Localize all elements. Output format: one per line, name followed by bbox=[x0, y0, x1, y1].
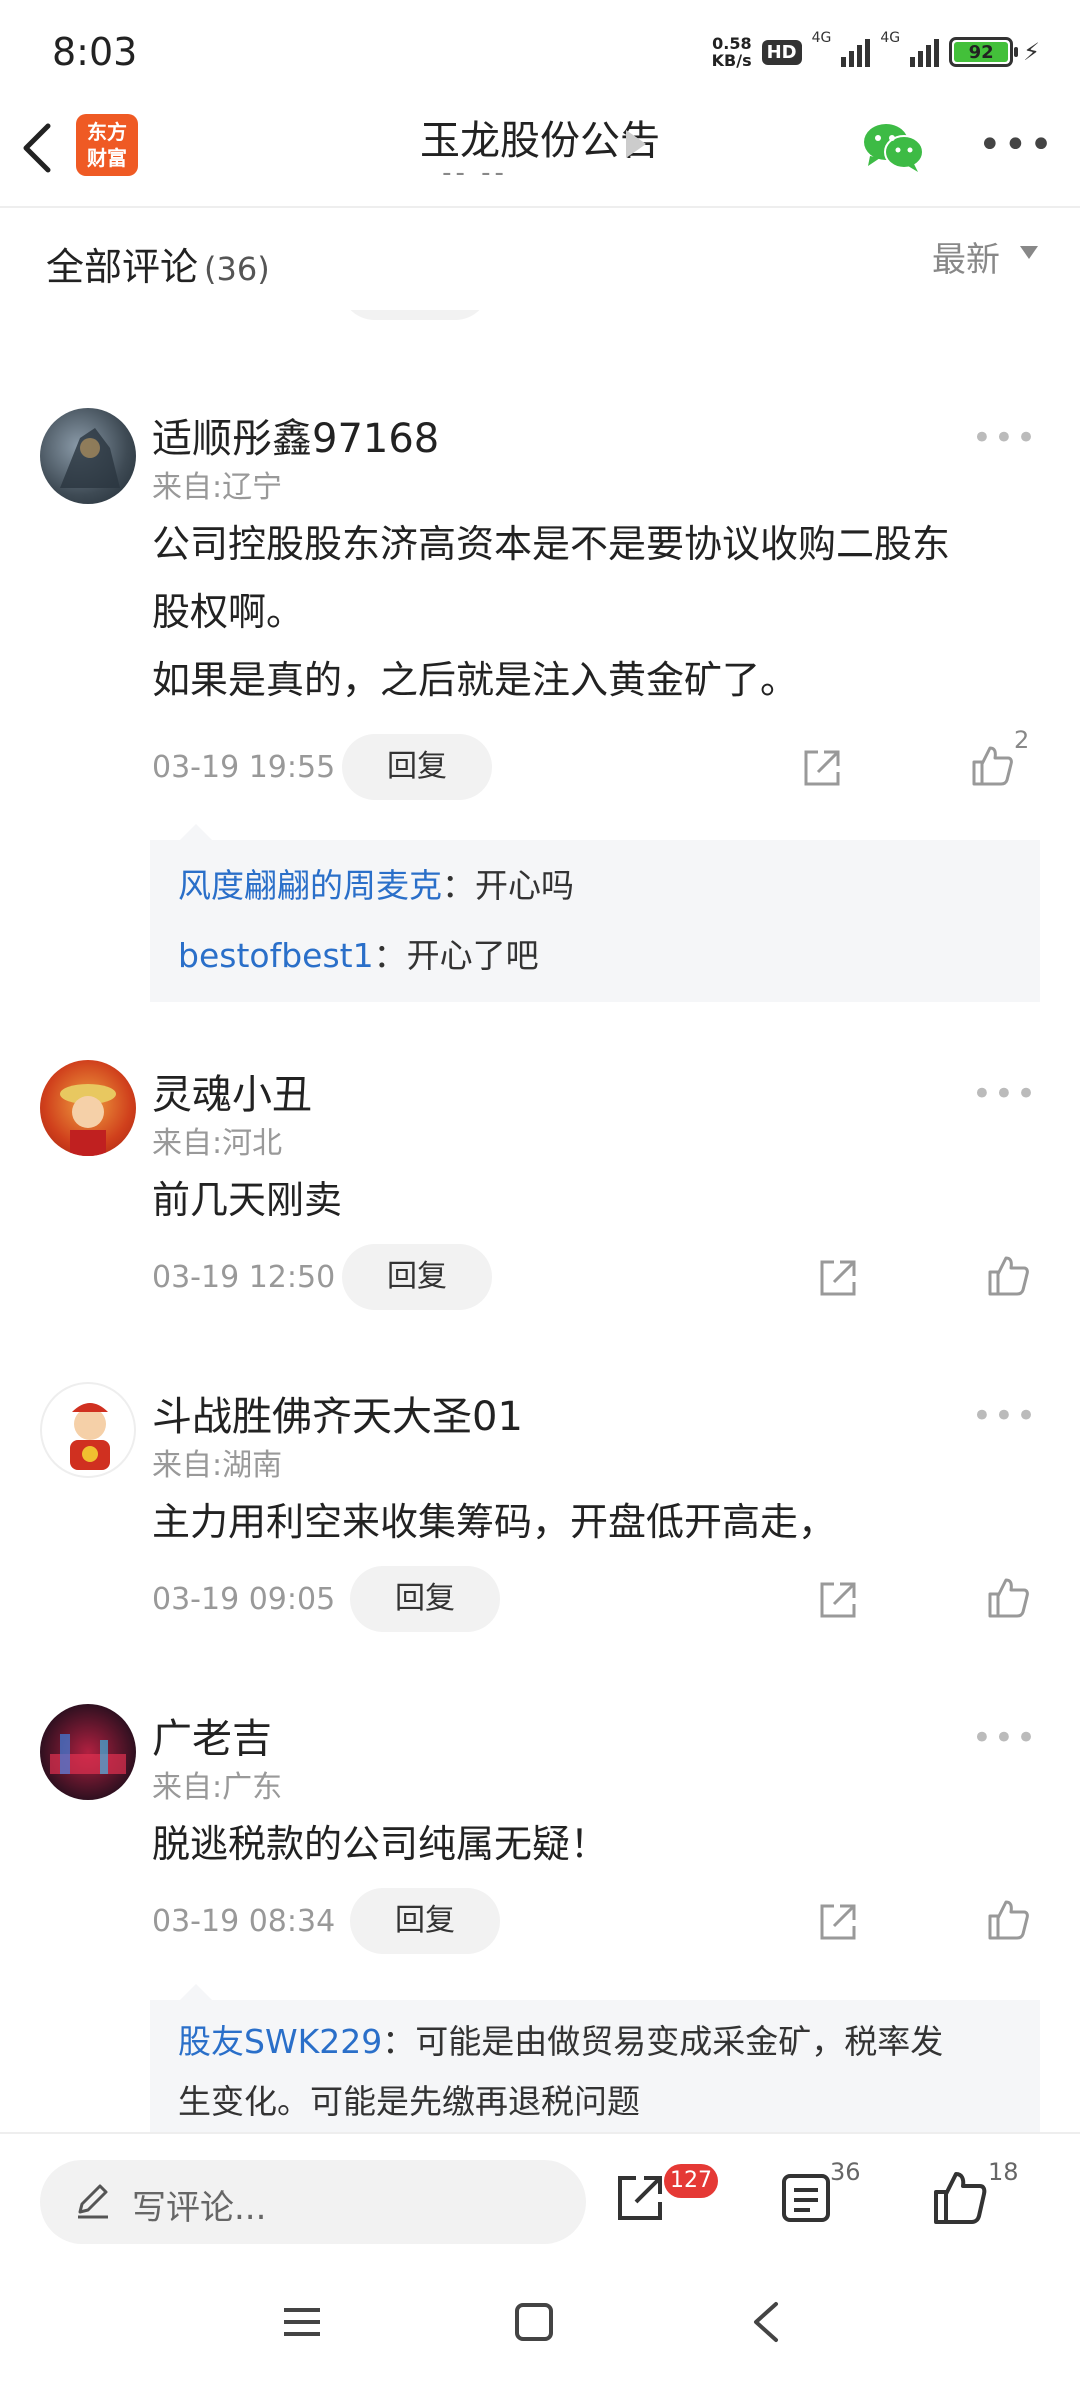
comment-text-line: 前几天刚卖 bbox=[152, 1178, 343, 1222]
share-icon[interactable] bbox=[800, 746, 844, 790]
app-header: 东方 财富 玉龙股份公告 -- -- ••• bbox=[0, 100, 1080, 208]
comment-username[interactable]: 广老吉 bbox=[152, 1706, 272, 1764]
like-count: 2 bbox=[1014, 726, 1030, 754]
page-subtitle: -- -- bbox=[442, 158, 508, 188]
network-type-2: 4G bbox=[880, 30, 901, 46]
share-icon[interactable] bbox=[816, 1900, 860, 1944]
sub-reply-text: ：开心了吧 bbox=[373, 936, 539, 975]
comment-date: 03-19 09:05 bbox=[152, 1582, 336, 1617]
sub-reply-text: ：开心吗 bbox=[442, 866, 574, 905]
share-icon[interactable] bbox=[612, 2170, 668, 2226]
share-icon[interactable] bbox=[816, 1256, 860, 1300]
avatar[interactable] bbox=[40, 1382, 136, 1478]
comment-username[interactable]: 灵魂小丑 bbox=[152, 1062, 312, 1120]
reply-button[interactable]: 回复 bbox=[342, 1244, 492, 1310]
like-icon[interactable] bbox=[986, 1576, 1030, 1620]
status-time: 8:03 bbox=[52, 30, 138, 74]
avatar[interactable] bbox=[40, 408, 136, 504]
comment-date: 03-19 12:50 bbox=[152, 1260, 336, 1295]
signal-icon bbox=[841, 37, 871, 67]
comment-list-icon[interactable] bbox=[778, 2170, 834, 2226]
comments-title-text: 全部评论 bbox=[46, 245, 199, 289]
network-speed-unit: KB/s bbox=[711, 51, 752, 70]
comment-more-icon[interactable]: ••• bbox=[972, 1399, 1038, 1433]
reply-button[interactable]: 回复 bbox=[342, 734, 492, 800]
wechat-icon[interactable] bbox=[862, 122, 924, 172]
comment-location: 来自:辽宁 bbox=[152, 470, 283, 505]
system-navigation-bar bbox=[0, 2250, 1080, 2400]
sub-reply-author[interactable]: bestofbest1 bbox=[178, 936, 374, 975]
sub-reply[interactable]: bestofbest1：开心了吧 bbox=[178, 926, 1018, 986]
comment-location: 来自:湖南 bbox=[152, 1448, 283, 1483]
avatar[interactable] bbox=[40, 1060, 136, 1156]
status-icons: 0.58 KB/s HD 4G 4G 92 ⚡ bbox=[712, 30, 1040, 74]
comment-text: 前几天刚卖 bbox=[152, 1166, 1032, 1234]
home-icon[interactable] bbox=[512, 2300, 556, 2344]
comment-username[interactable]: 适顺彤鑫97168 bbox=[152, 406, 439, 464]
network-speed-value: 0.58 bbox=[712, 34, 752, 53]
sub-reply-text-line2: 生变化。可能是先缴再退税问题 bbox=[178, 2082, 640, 2121]
sub-reply[interactable]: 风度翩翩的周麦克：开心吗 bbox=[178, 856, 1018, 916]
sub-reply[interactable]: 股友SWK229：可能是由做贸易变成采金矿，税率发 生变化。可能是先缴再退税问题 bbox=[178, 2012, 1018, 2132]
battery-icon: 92 bbox=[949, 37, 1019, 67]
comment-more-icon[interactable]: ••• bbox=[972, 1077, 1038, 1111]
bottom-action-bar: 写评论... 127 36 18 bbox=[0, 2132, 1080, 2248]
comment-text: 公司控股股东济高资本是不是要协议收购二股东 股权啊。 如果是真的，之后就是注入黄… bbox=[152, 510, 1032, 714]
signal-icon-2 bbox=[910, 37, 940, 67]
sub-reply-author[interactable]: 风度翩翩的周麦克 bbox=[178, 866, 442, 905]
chevron-down-icon[interactable] bbox=[1020, 246, 1038, 259]
comment-date: 03-19 19:55 bbox=[152, 750, 336, 785]
network-speed: 0.58 KB/s bbox=[712, 35, 752, 69]
comment-text-line: 脱逃税款的公司纯属无疑！ bbox=[152, 1822, 609, 1866]
comment-location: 来自:河北 bbox=[152, 1126, 283, 1161]
sub-reply-author[interactable]: 股友SWK229 bbox=[178, 2022, 382, 2061]
comment-text-line: 公司控股股东济高资本是不是要协议收购二股东 bbox=[152, 522, 951, 566]
comments-title: 全部评论 (36) bbox=[46, 236, 270, 291]
comments-count: (36) bbox=[204, 250, 270, 288]
play-triangle-icon[interactable] bbox=[626, 130, 646, 158]
comment-count: 36 bbox=[830, 2158, 861, 2186]
pencil-icon bbox=[78, 2184, 108, 2219]
comment-more-icon[interactable]: ••• bbox=[972, 421, 1038, 455]
like-icon[interactable] bbox=[986, 1898, 1030, 1942]
comment-input[interactable]: 写评论... bbox=[40, 2160, 586, 2244]
share-icon[interactable] bbox=[816, 1578, 860, 1622]
avatar[interactable] bbox=[40, 1704, 136, 1800]
battery-level: 92 bbox=[954, 42, 1009, 63]
sub-replies: 风度翩翩的周麦克：开心吗 bestofbest1：开心了吧 bbox=[150, 824, 1040, 1002]
status-bar: 8:03 0.58 KB/s HD 4G 4G 92 ⚡ bbox=[0, 0, 1080, 100]
share-count-badge: 127 bbox=[664, 2164, 718, 2198]
comment-text-line: 主力用利空来收集筹码，开盘低开高走， bbox=[152, 1500, 837, 1544]
comment-date: 03-19 08:34 bbox=[152, 1904, 336, 1939]
comments-header: 全部评论 (36) 最新 bbox=[0, 210, 1080, 310]
comment-text-line: 股权啊。 bbox=[152, 590, 305, 634]
charging-icon: ⚡ bbox=[1023, 38, 1040, 66]
reply-button[interactable]: 回复 bbox=[350, 1566, 500, 1632]
comment-text-line: 如果是真的，之后就是注入黄金矿了。 bbox=[152, 658, 799, 702]
like-icon[interactable] bbox=[970, 744, 1014, 788]
hd-icon: HD bbox=[761, 39, 802, 65]
sort-dropdown[interactable]: 最新 bbox=[932, 232, 1000, 281]
comment-location: 来自:广东 bbox=[152, 1770, 283, 1805]
sub-reply-text: ：可能是由做贸易变成采金矿，税率发 bbox=[382, 2022, 944, 2061]
like-icon[interactable] bbox=[932, 2170, 988, 2226]
comment-text: 脱逃税款的公司纯属无疑！ bbox=[152, 1810, 1032, 1878]
comment-text: 主力用利空来收集筹码，开盘低开高走， bbox=[152, 1488, 1032, 1556]
reply-button[interactable]: 回复 bbox=[350, 1888, 500, 1954]
more-icon[interactable]: ••• bbox=[978, 125, 1055, 165]
comment-more-icon[interactable]: ••• bbox=[972, 1721, 1038, 1755]
like-icon[interactable] bbox=[986, 1254, 1030, 1298]
comment-username[interactable]: 斗战胜佛齐天大圣01 bbox=[152, 1384, 523, 1442]
network-type-1: 4G bbox=[811, 30, 832, 46]
comment-input-placeholder: 写评论... bbox=[132, 2188, 267, 2228]
sub-replies: 股友SWK229：可能是由做贸易变成采金矿，税率发 生变化。可能是先缴再退税问题 bbox=[150, 1984, 1040, 2140]
like-count: 18 bbox=[988, 2158, 1019, 2186]
menu-icon[interactable] bbox=[280, 2300, 324, 2344]
back-nav-icon[interactable] bbox=[746, 2298, 786, 2346]
